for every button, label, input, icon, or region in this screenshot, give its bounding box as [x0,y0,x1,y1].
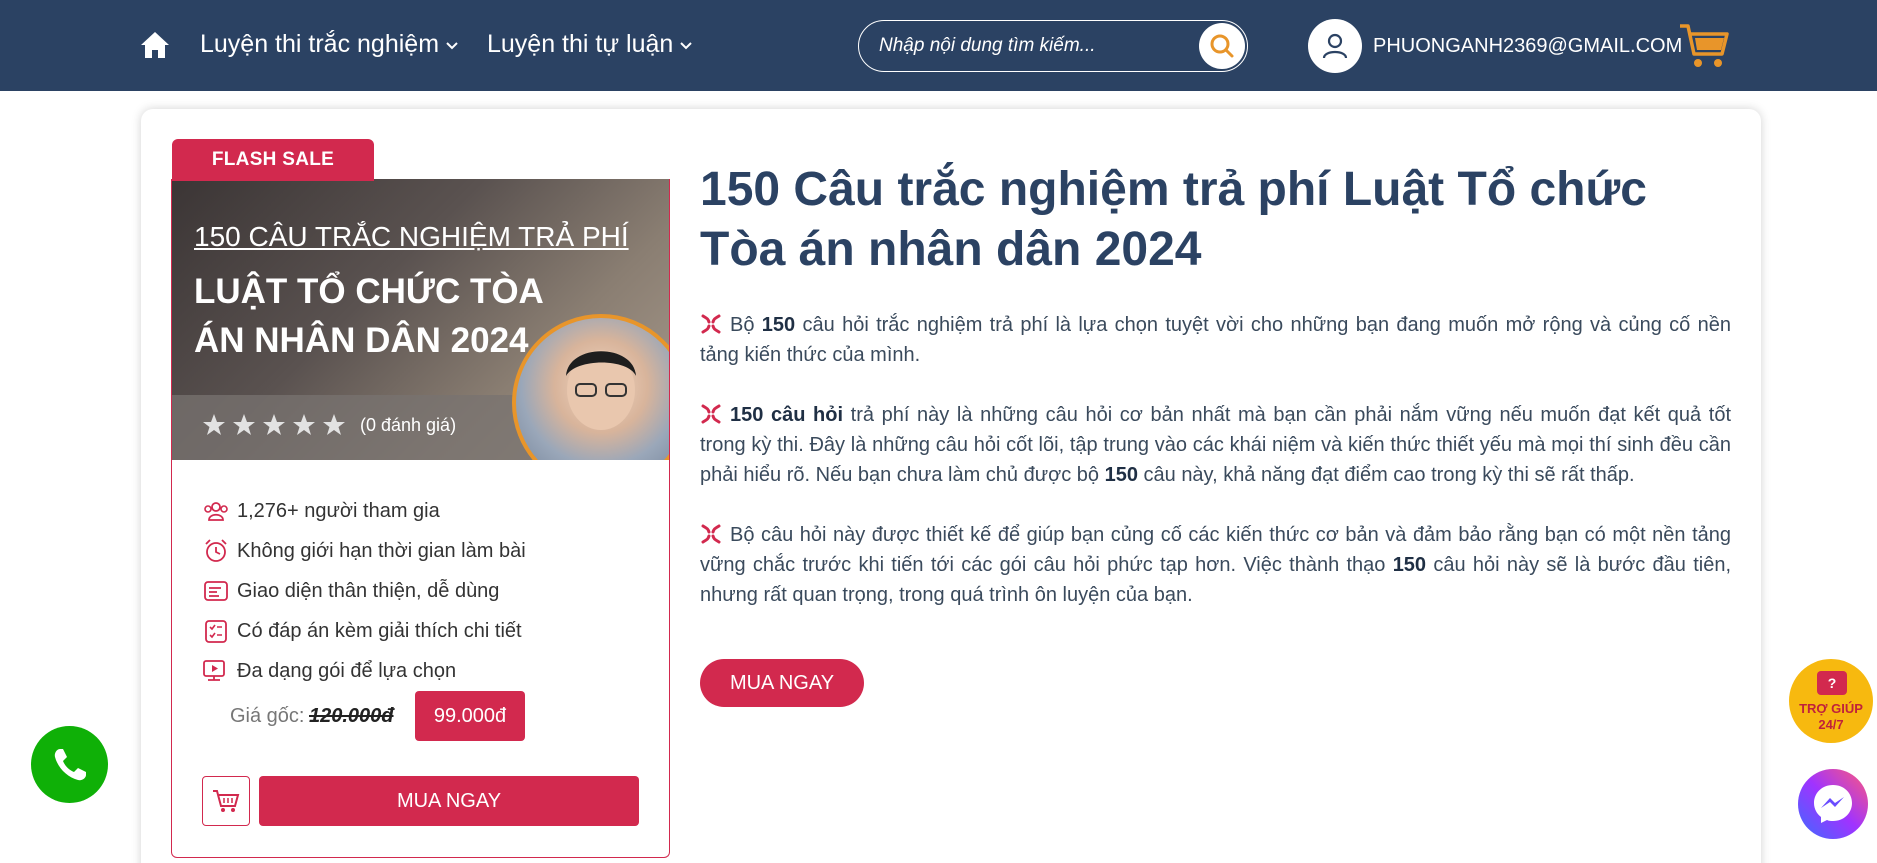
description-paragraph-3: Bộ câu hỏi này được thiết kế để giúp bạn… [700,520,1731,610]
help-label: TRỢ GIÚP 24/7 [1789,701,1873,733]
interface-icon [204,581,228,601]
feature-item: Giao diện thân thiện, dễ dùng [203,571,526,611]
sale-price: 99.000đ [415,691,525,741]
p1-text-a: Bộ [730,314,762,336]
nav-label: Luyện thi trắc nghiệm [200,30,440,58]
user-icon [1322,33,1348,59]
rating-stars [202,413,346,437]
instructor-illustration [566,350,636,430]
course-banner[interactable]: 150 CÂU TRẮC NGHIỆM TRẢ PHÍ LUẬT TỔ CHỨC… [172,179,669,460]
star-icon [323,414,345,435]
feature-text: Giao diện thân thiện, dễ dùng [237,579,500,602]
p2-text-d: câu này, khả năng đạt điểm cao trong kỳ … [1137,464,1635,486]
chevron-down-icon [446,41,458,49]
help-24-7-button[interactable]: ? TRỢ GIÚP 24/7 [1789,659,1873,743]
user-email[interactable]: PHUONGANH2369@GMAIL.COM [1373,35,1682,58]
description-paragraph-1: Bộ 150 câu hỏi trắc nghiệm trả phí là lự… [700,310,1731,370]
top-navbar: Luyện thi trắc nghiệm Luyện thi tự luận … [0,0,1877,91]
star-icon [203,414,225,435]
flash-sale-badge: FLASH SALE [172,139,374,181]
feature-item: Không giới hạn thời gian làm bài [203,531,526,571]
call-button[interactable] [31,726,108,803]
star-icon [293,414,315,435]
p1-text-c: câu hỏi trắc nghiệm trả phí là lựa chọn … [700,314,1731,366]
star-icon [233,414,255,435]
anger-symbol-icon [701,404,721,424]
anger-symbol-icon [701,314,721,334]
search-icon [1210,34,1234,58]
original-price-label: Giá gốc: [230,705,305,727]
alarm-clock-icon [205,539,227,562]
shopping-cart-icon[interactable] [1678,22,1730,70]
rating-count: (0 đánh giá) [360,415,457,435]
user-avatar[interactable] [1308,19,1362,73]
checklist-icon [205,620,227,643]
search-button[interactable] [1199,23,1245,69]
star-icon [263,414,285,435]
video-screen-icon [203,660,225,681]
feature-item: 1,276+ người tham gia [203,491,526,531]
phone-icon [54,748,86,780]
messenger-button[interactable] [1798,769,1868,839]
original-price: 120.000đ [309,705,394,727]
chevron-down-icon [680,41,693,49]
help-line-2: 24/7 [1818,717,1844,732]
help-bubble-icon: ? [1817,671,1847,695]
p1-bold: 150 [761,314,796,336]
search-box [858,20,1248,72]
feature-text: Không giới hạn thời gian làm bài [237,539,526,562]
description-paragraph-2: 150 câu hỏi trả phí này là những câu hỏi… [700,400,1731,490]
search-input[interactable] [879,21,1179,70]
home-icon[interactable] [139,30,171,60]
buy-now-button[interactable]: MUA NGAY [259,776,639,826]
anger-symbol-icon [701,524,721,544]
p2-bold-c: 150 [1104,464,1138,486]
feature-text: Có đáp án kèm giải thích chi tiết [237,619,522,642]
nav-label: Luyện thi tự luận [487,30,674,58]
feature-list: 1,276+ người tham gia Không giới hạn thờ… [203,491,526,691]
nav-luyen-thi-trac-nghiem[interactable]: Luyện thi trắc nghiệm [200,30,459,59]
users-icon [204,502,228,521]
page-title: 150 Câu trắc nghiệm trả phí Luật Tổ chức… [700,163,1647,276]
shopping-cart-icon [213,790,240,812]
feature-item: Đa dạng gói để lựa chọn [203,651,526,691]
p3-bold: 150 [1392,554,1427,576]
banner-line-1: 150 CÂU TRẮC NGHIỆM TRẢ PHÍ [194,221,629,252]
messenger-icon [1814,785,1852,823]
buy-now-main-button[interactable]: MUA NGAY [700,659,864,707]
feature-text: Đa dạng gói để lựa chọn [237,659,457,682]
help-line-1: TRỢ GIÚP [1799,701,1863,716]
feature-item: Có đáp án kèm giải thích chi tiết [203,611,526,651]
p2-bold-a: 150 câu hỏi [730,404,844,426]
nav-luyen-thi-tu-luan[interactable]: Luyện thi tự luận [487,30,693,59]
feature-text: 1,276+ người tham gia [237,499,440,522]
add-to-cart-button[interactable] [202,776,250,826]
